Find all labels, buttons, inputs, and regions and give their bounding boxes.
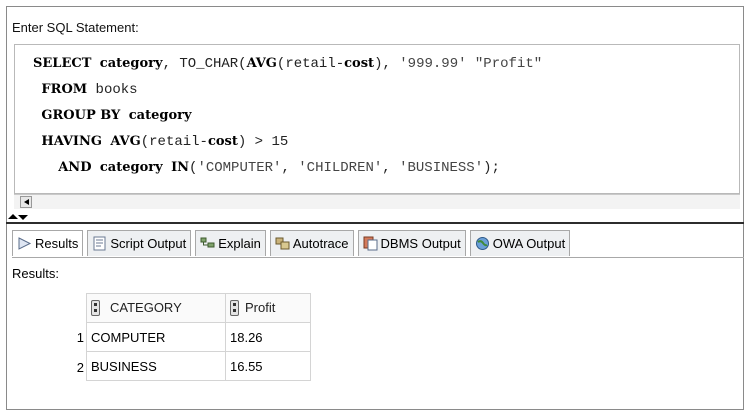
sql-text: , bbox=[281, 160, 299, 176]
sql-code[interactable]: SELECT category, TO_CHAR(AVG(retail-cost… bbox=[33, 51, 542, 181]
sort-icon[interactable] bbox=[230, 300, 239, 317]
scroll-left-button[interactable] bbox=[20, 196, 32, 208]
table-row[interactable]: COMPUTER 18.26 bbox=[86, 322, 311, 352]
column-header-label: Profit bbox=[245, 299, 276, 315]
results-grid[interactable]: CATEGORY Profit COMPUTER 18.26 BUSINESS 16.… bbox=[86, 293, 311, 381]
horizontal-scrollbar[interactable] bbox=[14, 194, 740, 209]
sql-keyword: IN bbox=[171, 160, 190, 175]
play-icon bbox=[17, 236, 32, 251]
sql-string: 'CHILDREN' bbox=[298, 160, 383, 176]
results-label: Results: bbox=[12, 266, 59, 281]
sql-text: ); bbox=[483, 160, 500, 176]
sql-text: books bbox=[87, 82, 138, 98]
tab-results[interactable]: Results bbox=[12, 230, 84, 256]
sql-keyword: FROM bbox=[41, 82, 88, 97]
sql-keyword: cost bbox=[207, 134, 238, 149]
sql-keyword: AVG bbox=[246, 56, 277, 71]
tab-dbms-output[interactable]: DBMS Output bbox=[357, 230, 466, 256]
divider bbox=[6, 222, 744, 224]
sql-line[interactable]: SELECT category, TO_CHAR(AVG(retail-cost… bbox=[33, 51, 542, 77]
column-header-label: CATEGORY bbox=[110, 299, 182, 315]
sql-keyword: cost bbox=[344, 56, 375, 71]
tab-autotrace[interactable]: Autotrace bbox=[269, 230, 354, 256]
sql-keyword: category bbox=[99, 56, 163, 71]
cell-profit[interactable]: 16.55 bbox=[225, 351, 311, 381]
explain-icon bbox=[200, 236, 215, 251]
sql-text: (retail- bbox=[276, 56, 345, 72]
cell-category[interactable]: COMPUTER bbox=[86, 322, 226, 352]
dbms-icon bbox=[363, 236, 378, 251]
globe-icon bbox=[475, 236, 490, 251]
sql-keyword: HAVING bbox=[41, 134, 102, 149]
expand-down-icon[interactable] bbox=[18, 215, 28, 220]
sort-icon[interactable] bbox=[91, 300, 100, 317]
sql-string: 'COMPUTER' bbox=[197, 160, 282, 176]
tab-label: OWA Output bbox=[492, 236, 566, 251]
editor-label: Enter SQL Statement: bbox=[12, 20, 139, 35]
expand-up-icon[interactable] bbox=[8, 214, 18, 219]
autotrace-icon bbox=[275, 236, 290, 251]
sql-line[interactable]: GROUP BY category bbox=[33, 103, 542, 129]
sql-string: "Profit" bbox=[474, 56, 543, 72]
tab-label: Explain bbox=[218, 236, 261, 251]
tab-label: Autotrace bbox=[292, 236, 349, 251]
cell-category[interactable]: BUSINESS bbox=[86, 351, 226, 381]
sql-line[interactable]: HAVING AVG(retail-cost) > 15 bbox=[33, 129, 542, 155]
row-number[interactable]: 2 bbox=[40, 360, 84, 375]
cell-profit[interactable]: 18.26 bbox=[225, 322, 311, 352]
sql-editor[interactable]: SELECT category, TO_CHAR(AVG(retail-cost… bbox=[14, 44, 740, 194]
row-number[interactable]: 1 bbox=[40, 330, 84, 345]
sql-text: ), bbox=[374, 56, 400, 72]
sql-keyword: SELECT bbox=[33, 56, 92, 71]
script-icon bbox=[92, 236, 107, 251]
tab-divider bbox=[12, 257, 744, 258]
sql-keyword: AVG bbox=[110, 134, 141, 149]
tab-label: Results bbox=[35, 236, 79, 251]
sql-keyword: category bbox=[99, 160, 163, 175]
sql-text: , bbox=[382, 160, 400, 176]
column-header-profit[interactable]: Profit bbox=[225, 293, 311, 323]
tab-label: Script Output bbox=[110, 236, 187, 251]
tab-script-output[interactable]: Script Output bbox=[87, 230, 192, 256]
tab-owa-output[interactable]: OWA Output bbox=[469, 230, 571, 256]
tab-explain[interactable]: Explain bbox=[195, 230, 266, 256]
sql-keyword: category bbox=[128, 108, 192, 123]
output-tabs: Results Script Output Explain Autotrace DBMS… bbox=[12, 230, 571, 258]
tab-label: DBMS Output bbox=[380, 236, 461, 251]
sql-text: (retail- bbox=[140, 134, 208, 150]
sql-line[interactable]: AND category IN('COMPUTER', 'CHILDREN', … bbox=[33, 155, 542, 181]
sql-keyword: GROUP BY bbox=[41, 108, 121, 123]
sql-text: , TO_CHAR( bbox=[162, 56, 247, 72]
column-header-category[interactable]: CATEGORY bbox=[86, 293, 226, 323]
sql-line[interactable]: FROM books bbox=[33, 77, 542, 103]
sql-string: 'BUSINESS' bbox=[399, 160, 484, 176]
sql-string: '999.99' bbox=[399, 56, 467, 72]
table-row[interactable]: BUSINESS 16.55 bbox=[86, 351, 311, 381]
sql-text: ) > 15 bbox=[237, 134, 289, 150]
sql-keyword: AND bbox=[58, 160, 92, 175]
